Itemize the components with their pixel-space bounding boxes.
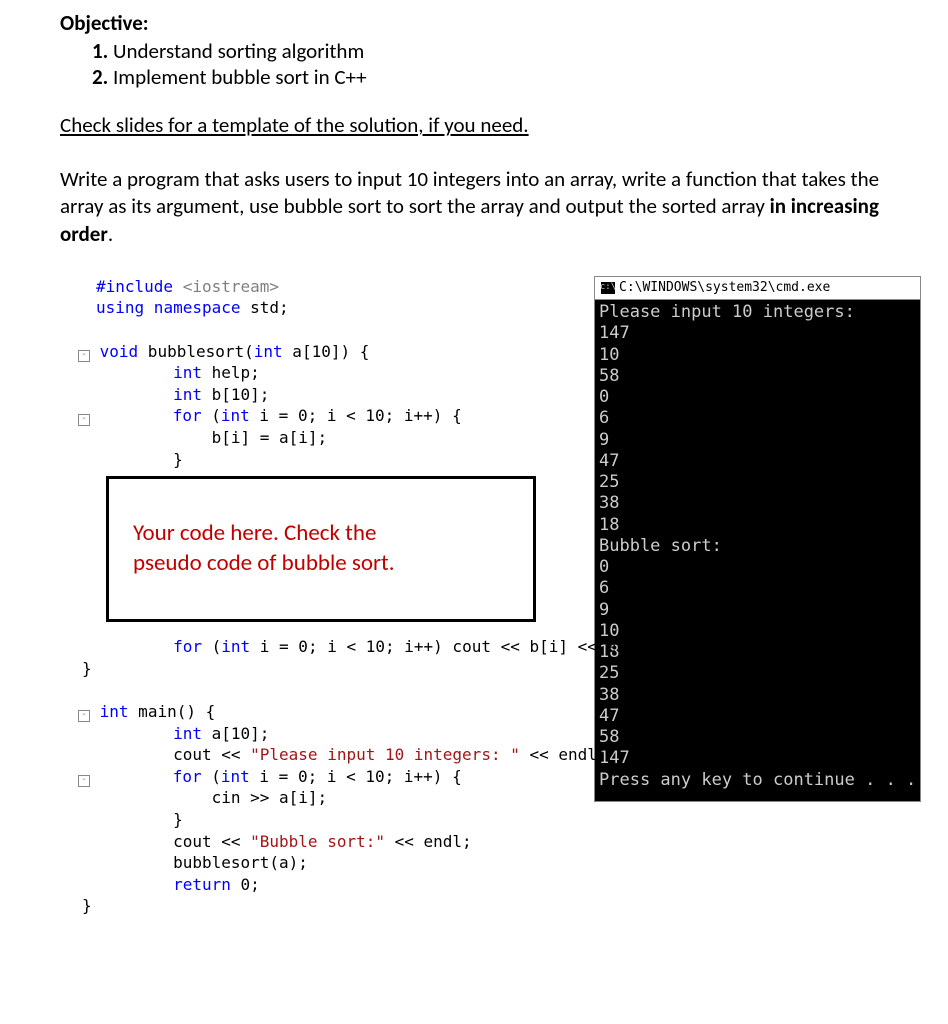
- document-page: Objective: 1. Understand sorting algorit…: [0, 0, 948, 957]
- code-placeholder-box: Your code here. Check the pseudo code of…: [106, 476, 536, 622]
- console-line: 6: [599, 578, 916, 599]
- work-area: #include <iostream> using namespace std;…: [60, 276, 908, 917]
- console-body: Please input 10 integers: 147 10 58 0 6 …: [595, 300, 920, 801]
- fold-icon: -: [78, 414, 90, 426]
- fold-icon: -: [78, 710, 90, 722]
- fold-icon: -: [78, 350, 90, 362]
- cmd-icon: c:\: [601, 282, 615, 294]
- objective-item-1: 1. Understand sorting algorithm: [92, 38, 908, 64]
- console-line: 0: [599, 557, 916, 578]
- console-line: 9: [599, 600, 916, 621]
- objective-heading: Objective:: [60, 10, 908, 36]
- console-line: Press any key to continue . . .: [599, 770, 916, 791]
- objective-list: 1. Understand sorting algorithm 2. Imple…: [92, 38, 908, 90]
- console-line: Bubble sort:: [599, 536, 916, 557]
- console-line: 58: [599, 727, 916, 748]
- instructions-paragraph: Write a program that asks users to input…: [60, 166, 908, 248]
- console-titlebar: c:\ C:\WINDOWS\system32\cmd.exe: [595, 277, 920, 300]
- console-line: 38: [599, 493, 916, 514]
- console-line: 38: [599, 685, 916, 706]
- check-slides-note: Check slides for a template of the solut…: [60, 112, 908, 138]
- code-include: #include: [96, 277, 183, 296]
- console-line: 18: [599, 515, 916, 536]
- console-line: 25: [599, 472, 916, 493]
- console-line: 9: [599, 430, 916, 451]
- code-editor: #include <iostream> using namespace std;…: [60, 276, 590, 917]
- console-line: Please input 10 integers:: [599, 302, 916, 323]
- console-title-text: C:\WINDOWS\system32\cmd.exe: [619, 280, 830, 296]
- console-line: 0: [599, 387, 916, 408]
- placeholder-text-1: Your code here. Check the: [133, 519, 533, 549]
- console-line: 6: [599, 408, 916, 429]
- console-line: 147: [599, 323, 916, 344]
- console-line: 147: [599, 748, 916, 769]
- fold-icon: -: [78, 775, 90, 787]
- console-line: 47: [599, 706, 916, 727]
- console-line: 25: [599, 663, 916, 684]
- console-window: c:\ C:\WINDOWS\system32\cmd.exe Please i…: [594, 276, 921, 802]
- console-line: 10: [599, 345, 916, 366]
- console-line: 58: [599, 366, 916, 387]
- objective-item-2: 2. Implement bubble sort in C++: [92, 64, 908, 90]
- placeholder-text-2: pseudo code of bubble sort.: [133, 549, 533, 579]
- console-line: 47: [599, 451, 916, 472]
